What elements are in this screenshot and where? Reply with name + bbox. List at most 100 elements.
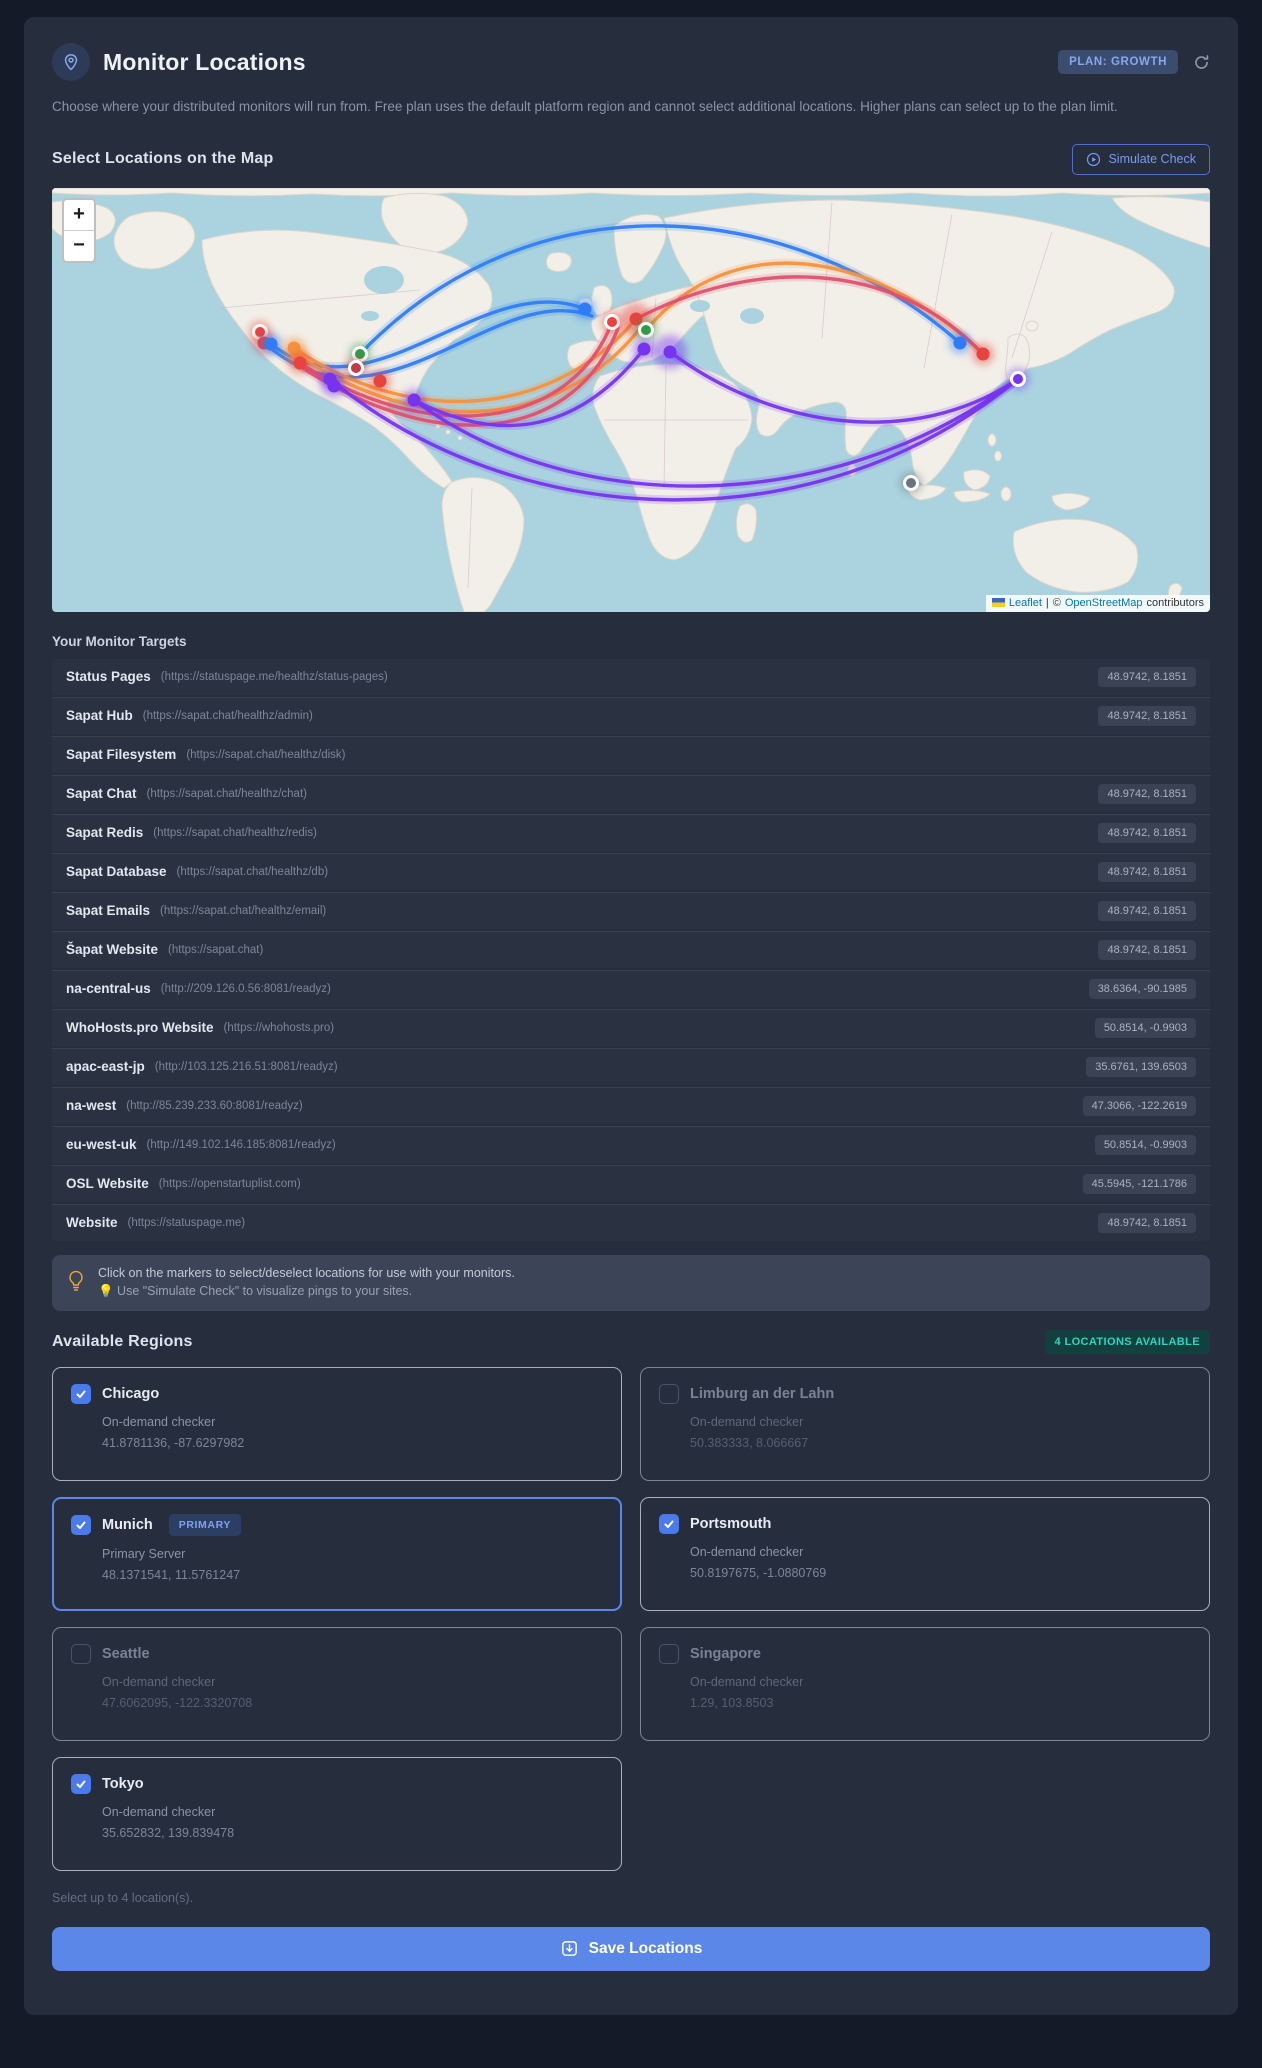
play-circle-icon — [1087, 152, 1101, 166]
target-row: Sapat Redis (https://sapat.chat/healthz/r… — [52, 813, 1210, 851]
region-card-portsmouth[interactable]: Portsmouth On-demand checker 50.8197675, -… — [640, 1496, 1210, 1611]
target-row: na-west (http://85.239.233.60:8081/readyz… — [52, 1086, 1210, 1124]
targets-heading: Your Monitor Targets — [52, 633, 187, 649]
world-map[interactable]: + − Leaflet | © OpenStreetMap contributo… — [52, 187, 1210, 612]
region-name: Chicago — [102, 1385, 160, 1402]
target-row: Website (https://statuspage.me) 48.9742, 8… — [52, 1203, 1210, 1241]
region-type: On-demand checker — [102, 1804, 216, 1819]
target-url: (https://sapat.chat/healthz/email) — [160, 904, 327, 917]
tip-line-1: Click on the markers to select/deselect … — [98, 1265, 515, 1280]
save-icon — [561, 1941, 577, 1957]
region-type: On-demand checker — [690, 1674, 804, 1689]
map-marker-texas-red[interactable] — [373, 374, 387, 388]
region-card-munich[interactable]: Munich PRIMARY Primary Server 48.1371541, 1… — [52, 1496, 622, 1611]
region-name: Seattle — [102, 1645, 150, 1662]
target-coordinates-badge: 48.9742, 8.1851 — [1098, 822, 1196, 843]
region-checkbox-portsmouth[interactable] — [659, 1513, 679, 1534]
target-coordinates-badge: 48.9742, 8.1851 — [1098, 939, 1196, 960]
region-name: Limburg an der Lahn — [690, 1385, 835, 1402]
plan-badge: PLAN: GROWTH — [1058, 50, 1178, 74]
target-url: (https://sapat.chat/healthz/redis) — [153, 826, 317, 839]
target-row: Sapat Emails (https://sapat.chat/healthz/… — [52, 891, 1210, 929]
map-marker-singapore-gray-ring[interactable] — [903, 474, 919, 491]
location-pin-icon — [52, 43, 90, 81]
map-marker-balkans-purple-glow[interactable] — [663, 345, 677, 359]
simulate-check-button[interactable]: Simulate Check — [1072, 143, 1210, 175]
map-canvas[interactable] — [52, 187, 1210, 612]
map-landmasses — [52, 187, 1210, 612]
region-checkbox-munich[interactable] — [71, 1514, 91, 1535]
region-checkbox-tokyo[interactable] — [71, 1773, 91, 1794]
map-marker-korea-red[interactable] — [976, 347, 990, 361]
monitor-locations-panel: Monitor Locations PLAN: GROWTH Choose wh… — [24, 17, 1238, 2015]
target-row: Sapat Filesystem (https://sapat.chat/heal… — [52, 735, 1210, 773]
target-coordinates-badge: 38.6364, -90.1985 — [1088, 978, 1196, 999]
region-card-tokyo[interactable]: Tokyo On-demand checker 35.652832, 139.839… — [52, 1756, 622, 1871]
target-name: na-central-us — [66, 981, 151, 997]
panel-header: Monitor Locations PLAN: GROWTH — [52, 43, 1210, 81]
region-coordinates: 50.383333, 8.066667 — [690, 1435, 809, 1450]
map-marker-alps-purple[interactable] — [637, 342, 651, 356]
target-coordinates-badge: 48.9742, 8.1851 — [1098, 900, 1196, 921]
target-url: (https://sapat.chat/healthz/disk) — [186, 748, 346, 761]
monitor-targets-list: Status Pages (https://statuspage.me/healt… — [52, 658, 1210, 1241]
target-row: Status Pages (https://statuspage.me/healt… — [52, 658, 1210, 695]
region-checkbox-limburg-an-der-lahn[interactable] — [659, 1383, 679, 1404]
target-name: Sapat Hub — [66, 708, 133, 724]
target-name: Sapat Filesystem — [66, 747, 177, 763]
target-coordinates-badge: 47.3066, -122.2619 — [1082, 1095, 1196, 1116]
region-card-singapore[interactable]: Singapore On-demand checker 1.29, 103.8503 — [640, 1626, 1210, 1741]
region-card-chicago[interactable]: Chicago On-demand checker 41.8781136, -87.… — [52, 1366, 622, 1481]
target-url: (https://statuspage.me/healthz/status-pa… — [160, 670, 388, 683]
tip-line-2: 💡 Use "Simulate Check" to visualize ping… — [98, 1283, 413, 1298]
target-name: Sapat Emails — [66, 903, 151, 919]
target-url: (https://statuspage.me) — [127, 1216, 246, 1229]
map-marker-korea-blue[interactable] — [953, 336, 967, 350]
target-name: Sapat Database — [66, 864, 167, 880]
target-url: (http://85.239.233.60:8081/readyz) — [126, 1099, 303, 1112]
target-url: (http://103.125.216.51:8081/readyz) — [154, 1060, 338, 1073]
map-marker-st-louis-red-ring[interactable] — [348, 359, 364, 376]
attribution-separator: | — [1045, 596, 1049, 609]
target-name: eu-west-uk — [66, 1137, 137, 1153]
save-locations-label: Save Locations — [588, 1939, 703, 1957]
zoom-out-button[interactable]: − — [64, 229, 94, 261]
map-marker-portsmouth-red-ring[interactable] — [604, 313, 620, 330]
region-type: On-demand checker — [690, 1544, 804, 1559]
target-name: apac-east-jp — [66, 1059, 145, 1075]
target-coordinates-badge: 48.9742, 8.1851 — [1098, 861, 1196, 882]
refresh-icon[interactable] — [1193, 54, 1210, 71]
map-marker-uk-west-blue[interactable] — [578, 302, 592, 316]
region-checkbox-seattle[interactable] — [71, 1643, 91, 1664]
target-coordinates-badge: 48.9742, 8.1851 — [1098, 705, 1196, 726]
region-name: Tokyo — [102, 1775, 144, 1792]
zoom-in-button[interactable]: + — [64, 199, 94, 230]
attribution-copyright: © — [1052, 596, 1061, 609]
target-url: (https://sapat.chat) — [168, 943, 264, 956]
target-coordinates-badge: 48.9742, 8.1851 — [1098, 666, 1196, 687]
target-row: Sapat Database (https://sapat.chat/health… — [52, 852, 1210, 890]
target-url: (https://whohosts.pro) — [223, 1021, 335, 1034]
target-coordinates-badge: 50.8514, -0.9903 — [1094, 1134, 1196, 1155]
region-coordinates: 50.8197675, -1.0880769 — [690, 1565, 827, 1580]
map-marker-seattle-blue[interactable] — [264, 337, 278, 351]
region-coordinates: 48.1371541, 11.5761247 — [102, 1567, 241, 1582]
region-checkbox-chicago[interactable] — [71, 1383, 91, 1404]
target-url: (https://sapat.chat/healthz/db) — [176, 865, 329, 878]
region-card-limburg-an-der-lahn[interactable]: Limburg an der Lahn On-demand checker 50.3… — [640, 1366, 1210, 1481]
simulate-check-label: Simulate Check — [1108, 152, 1196, 167]
region-card-seattle[interactable]: Seattle On-demand checker 47.6062095, -122… — [52, 1626, 622, 1741]
map-marker-tokyo-purple-ring[interactable] — [1010, 370, 1026, 387]
map-marker-mountain-purple-b[interactable] — [327, 379, 341, 393]
map-marker-california-red[interactable] — [293, 356, 307, 370]
openstreetmap-link[interactable]: OpenStreetMap — [1065, 597, 1143, 609]
leaflet-link[interactable]: Leaflet — [1009, 597, 1042, 609]
map-marker-munich-green-ring[interactable] — [638, 321, 654, 338]
save-locations-button[interactable]: Save Locations — [52, 1926, 1210, 1971]
primary-badge: PRIMARY — [168, 1513, 241, 1536]
lightbulb-icon — [67, 1270, 85, 1297]
map-marker-gulf-purple[interactable] — [407, 393, 421, 407]
target-url: (https://openstartuplist.com) — [158, 1177, 301, 1190]
target-name: na-west — [66, 1098, 117, 1114]
region-checkbox-singapore[interactable] — [659, 1643, 679, 1664]
